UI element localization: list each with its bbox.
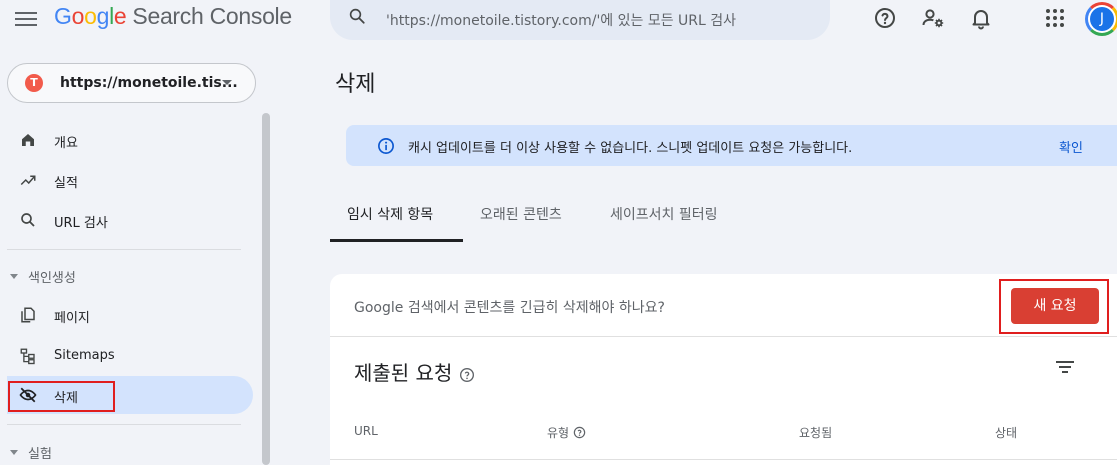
sidebar-section-indexing[interactable]: 색인생성 <box>10 267 76 286</box>
sidebar-item-label: 개요 <box>54 136 78 151</box>
column-header-requested[interactable]: 요청됨 <box>799 424 832 441</box>
sidebar-item-label: 페이지 <box>54 311 90 326</box>
trending-up-icon <box>20 175 36 186</box>
column-type-label: 유형 <box>547 426 570 440</box>
admin-settings-icon[interactable] <box>921 6 945 30</box>
sitemap-icon <box>20 348 35 365</box>
sidebar-item-sitemaps[interactable]: Sitemaps <box>7 337 253 375</box>
collapse-triangle-icon <box>10 274 18 279</box>
property-selector[interactable]: T https://monetoile.tis... <box>7 63 256 103</box>
chevron-down-icon <box>222 80 232 85</box>
search-icon[interactable] <box>348 7 366 25</box>
help-icon[interactable] <box>573 426 586 439</box>
url-inspection-search-bar[interactable]: 'https://monetoile.tistory.com/'에 있는 모든 … <box>330 0 830 40</box>
info-icon <box>378 138 394 154</box>
column-header-type[interactable]: 유형 <box>547 424 586 441</box>
product-name: Search Console <box>132 3 292 29</box>
sidebar-scrollbar[interactable] <box>262 113 270 465</box>
sidebar-item-url-inspection[interactable]: URL 검사 <box>7 201 253 239</box>
card-divider <box>330 336 1117 337</box>
help-icon[interactable] <box>873 6 897 30</box>
tab-temporary-removals[interactable]: 임시 삭제 항목 <box>347 204 433 224</box>
tab-safesearch-filtering[interactable]: 세이프서치 필터링 <box>610 204 718 224</box>
active-tab-indicator <box>330 239 463 242</box>
avatar-initial: J <box>1090 7 1114 31</box>
submitted-title-text: 제출된 요청 <box>354 361 453 385</box>
highlight-box <box>8 381 115 412</box>
search-icon <box>21 213 35 227</box>
property-favicon: T <box>25 74 43 92</box>
banner-message: 캐시 업데이트를 더 이상 사용할 수 없습니다. 스니펫 업데이트 요청은 가… <box>408 141 853 156</box>
column-header-url[interactable]: URL <box>354 424 378 438</box>
sidebar-item-label: 실적 <box>54 176 78 191</box>
main-menu-icon[interactable] <box>15 9 37 29</box>
banner-confirm-button[interactable]: 확인 <box>1059 137 1083 156</box>
table-header-divider <box>330 459 1117 460</box>
section-label: 색인생성 <box>28 271 76 286</box>
help-icon[interactable] <box>459 367 475 383</box>
sidebar-item-label: URL 검사 <box>54 216 108 231</box>
sidebar-divider <box>7 249 241 250</box>
google-search-console-logo[interactable]: Google Search Console <box>54 3 292 30</box>
sidebar-item-performance[interactable]: 실적 <box>7 161 253 199</box>
submitted-requests-title: 제출된 요청 <box>354 357 475 386</box>
page-title: 삭제 <box>335 72 376 97</box>
property-url: https://monetoile.tis... <box>60 75 238 91</box>
info-banner: 캐시 업데이트를 더 이상 사용할 수 없습니다. 스니펫 업데이트 요청은 가… <box>346 125 1117 166</box>
top-app-bar: Google Search Console 'https://monetoile.… <box>0 0 1117 40</box>
sidebar-item-pages[interactable]: 페이지 <box>7 296 253 334</box>
filter-icon[interactable] <box>1054 358 1076 376</box>
column-header-status[interactable]: 상태 <box>995 424 1017 441</box>
search-input[interactable]: 'https://monetoile.tistory.com/'에 있는 모든 … <box>386 10 736 30</box>
collapse-triangle-icon <box>10 450 18 455</box>
sidebar-item-overview[interactable]: 개요 <box>7 121 253 159</box>
section-label: 실험 <box>28 447 52 462</box>
pages-icon <box>21 307 35 323</box>
apps-grid-icon[interactable] <box>1043 6 1067 30</box>
sidebar-divider <box>7 424 241 425</box>
sidebar-item-label: Sitemaps <box>54 348 115 363</box>
card-question: Google 검색에서 콘텐츠를 긴급히 삭제해야 하나요? <box>354 300 665 316</box>
highlight-box <box>999 279 1109 334</box>
notifications-icon[interactable] <box>969 6 993 30</box>
home-icon <box>22 134 34 146</box>
account-avatar[interactable]: J <box>1085 2 1117 36</box>
tab-outdated-content[interactable]: 오래된 콘텐츠 <box>480 204 562 224</box>
sidebar-section-experiments[interactable]: 실험 <box>10 443 52 462</box>
